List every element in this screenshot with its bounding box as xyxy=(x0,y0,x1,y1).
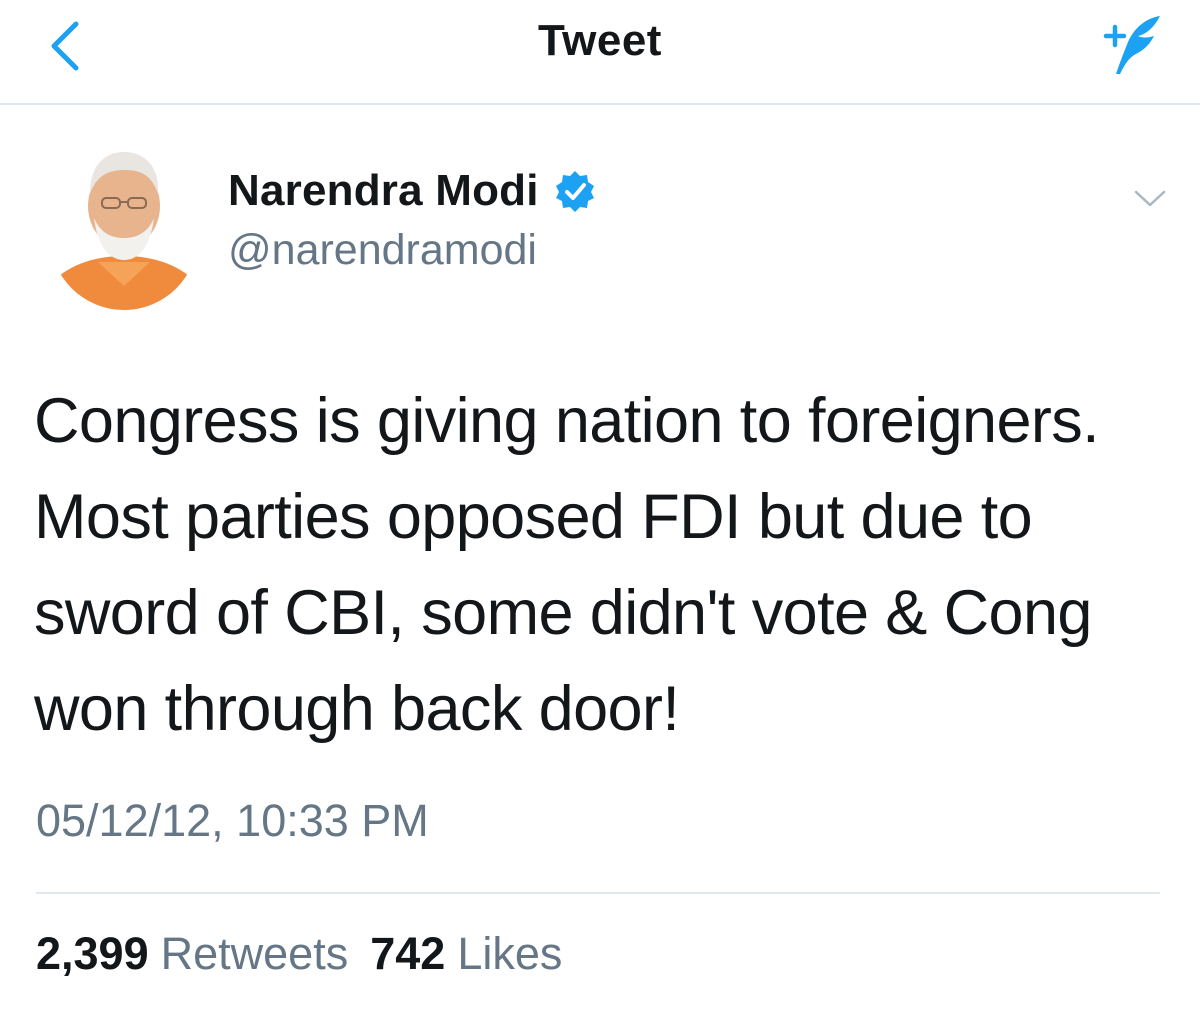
page-title: Tweet xyxy=(538,16,662,65)
likes-stat[interactable]: 742 Likes xyxy=(370,928,562,980)
retweets-count: 2,399 xyxy=(36,928,149,979)
author-handle[interactable]: @narendramodi xyxy=(228,226,537,275)
author-name-row[interactable]: Narendra Modi xyxy=(228,166,597,216)
verified-badge-icon xyxy=(555,171,594,212)
author-name[interactable]: Narendra Modi xyxy=(228,166,539,216)
likes-count: 742 xyxy=(370,928,446,979)
tweet-stats: 2,399 Retweets 742 Likes xyxy=(36,928,562,980)
compose-tweet-icon[interactable] xyxy=(1098,8,1170,80)
author-avatar[interactable] xyxy=(48,136,200,312)
tweet-timestamp: 05/12/12, 10:33 PM xyxy=(36,795,429,846)
chevron-down-icon[interactable] xyxy=(1130,178,1170,218)
likes-label: Likes xyxy=(457,928,563,979)
retweets-stat[interactable]: 2,399 Retweets xyxy=(36,928,348,980)
tweet-text: Congress is giving nation to foreigners.… xyxy=(34,386,1100,744)
retweets-label: Retweets xyxy=(160,928,349,979)
top-nav-bar: Tweet xyxy=(0,0,1200,105)
divider xyxy=(36,892,1160,894)
